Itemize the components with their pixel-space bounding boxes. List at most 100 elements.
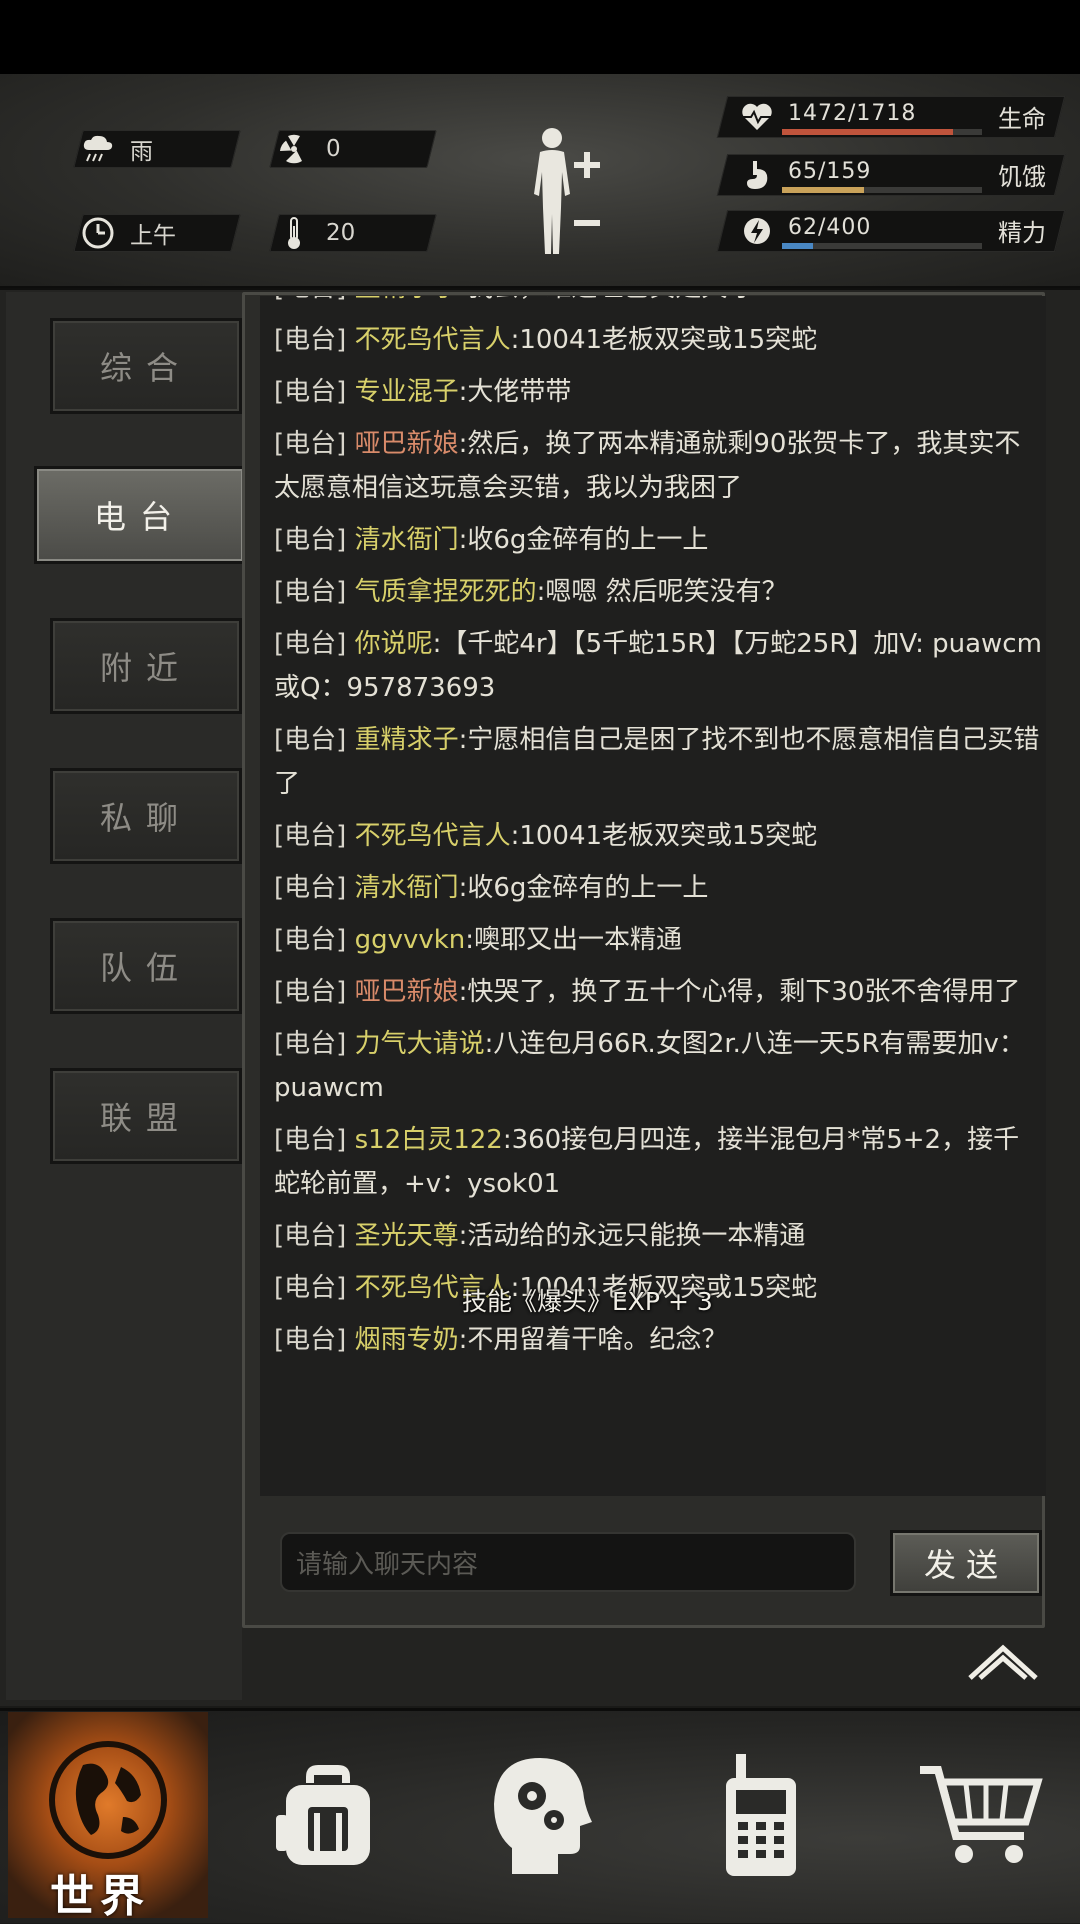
rain-cloud-icon xyxy=(78,134,118,164)
nav-skills[interactable] xyxy=(470,1712,610,1918)
chat-message: [电台] 重精求子:我去，难道哑巴真是天才？ xyxy=(274,296,1044,310)
energy-bar xyxy=(782,243,813,249)
clock-icon xyxy=(78,216,118,250)
temperature-value: 20 xyxy=(326,220,356,246)
message-text: :我去，难道哑巴真是天才？ xyxy=(459,296,780,303)
message-sender[interactable]: 重精求子 xyxy=(355,296,459,303)
chat-message: [电台] 哑巴新娘:快哭了，换了五十个心得，剩下30张不舍得用了 xyxy=(274,970,1044,1014)
chat-message: [电台] 力气大请说:八连包月66R.女图2r.八连一天5R有需要加v：puaw… xyxy=(274,1022,1044,1110)
thermometer-icon xyxy=(274,216,314,250)
skills-head-icon xyxy=(494,1758,592,1874)
nav-radio[interactable] xyxy=(700,1712,820,1918)
nav-world-label: 世界 xyxy=(50,1871,150,1922)
chat-message: [电台] 你说呢:【千蛇4r】【5千蛇15R】【万蛇25R】加V: puawcm… xyxy=(274,622,1044,710)
chat-message: [电台] 清水衙门:收6g金碎有的上一上 xyxy=(274,866,1044,910)
health-bar xyxy=(782,129,954,135)
message-text: :收6g金碎有的上一上 xyxy=(458,873,709,903)
message-channel: [电台] xyxy=(274,1029,347,1059)
energy-value: 62/400 xyxy=(788,215,872,240)
tab-radio[interactable]: 电台 xyxy=(34,466,246,564)
hunger-label: 饥饿 xyxy=(998,163,1046,191)
message-sender[interactable]: 气质拿捏死死的 xyxy=(355,577,537,607)
send-button[interactable]: 发送 xyxy=(890,1530,1042,1596)
human-body-icon xyxy=(534,128,600,254)
message-sender[interactable]: 哑巴新娘 xyxy=(355,977,459,1007)
chat-message: [电台] 圣光天尊:活动给的永远只能换一本精通 xyxy=(274,1214,1044,1258)
message-channel: [电台] xyxy=(274,325,347,355)
hunger-value: 65/159 xyxy=(788,159,872,184)
chat-input-placeholder: 请输入聊天内容 xyxy=(296,1549,479,1580)
message-channel: [电台] xyxy=(274,1221,347,1251)
chat-message: [电台] 气质拿捏死死的:嗯嗯 然后呢笑没有？ xyxy=(274,570,1044,614)
message-channel: [电台] xyxy=(274,725,347,755)
message-channel: [电台] xyxy=(274,577,347,607)
chat-message: [电台] ggvvvkn:噢耶又出一本精通 xyxy=(274,918,1044,962)
energy-stat: 62/400 精力 xyxy=(716,210,1066,252)
message-sender[interactable]: 专业混子 xyxy=(355,377,459,407)
message-sender[interactable]: 你说呢 xyxy=(355,629,433,659)
tab-alliance[interactable]: 联盟 xyxy=(50,1068,242,1164)
tab-nearby[interactable]: 附近 xyxy=(50,618,242,714)
hunger-bar xyxy=(782,187,864,193)
tab-private[interactable]: 私聊 xyxy=(50,768,242,864)
radio-phone-icon xyxy=(726,1754,796,1876)
message-sender[interactable]: 圣光天尊 xyxy=(355,1221,459,1251)
nav-backpack[interactable] xyxy=(258,1712,398,1918)
message-sender[interactable]: 重精求子 xyxy=(355,725,459,755)
weather-value: 雨 xyxy=(130,139,153,165)
message-sender[interactable]: s12白灵122 xyxy=(355,1125,503,1155)
message-text: :活动给的永远只能换一本精通 xyxy=(458,1221,806,1251)
cart-icon xyxy=(920,1766,1043,1863)
radiation-icon xyxy=(274,133,314,165)
message-sender[interactable]: 清水衙门 xyxy=(355,873,459,903)
radiation-value: 0 xyxy=(326,136,341,162)
tab-team[interactable]: 队伍 xyxy=(50,918,242,1014)
hunger-stat: 65/159 饥饿 xyxy=(716,154,1066,196)
collapse-chevron-icon[interactable] xyxy=(966,1638,1040,1682)
message-channel: [电台] xyxy=(274,821,347,851)
body-status-button[interactable] xyxy=(522,124,622,260)
health-value: 1472/1718 xyxy=(788,101,917,126)
message-sender[interactable]: 不死鸟代言人 xyxy=(355,821,511,851)
message-channel: [电台] xyxy=(274,377,347,407)
message-channel: [电台] xyxy=(274,1125,347,1155)
message-sender[interactable]: 烟雨专奶 xyxy=(355,1325,459,1355)
message-channel: [电台] xyxy=(274,296,346,303)
time-chip: 上午 xyxy=(73,214,241,252)
chat-message: [电台] 清水衙门:收6g金碎有的上一上 xyxy=(274,518,1044,562)
message-text: :大佬带带 xyxy=(458,377,572,407)
energy-label: 精力 xyxy=(998,219,1046,247)
health-label: 生命 xyxy=(998,105,1046,133)
chat-message: [电台] 哑巴新娘:然后，换了两本精通就剩90张贺卡了，我其实不太愿意相信这玩意… xyxy=(274,422,1044,510)
chat-input[interactable]: 请输入聊天内容 xyxy=(280,1532,856,1592)
message-text: :嗯嗯 然后呢笑没有？ xyxy=(536,577,788,607)
message-list: [电台] 重精求子:我去，难道哑巴真是天才？[电台] 不死鸟代言人:10041老… xyxy=(274,296,1044,1370)
message-text: :快哭了，换了五十个心得，剩下30张不舍得用了 xyxy=(458,977,1021,1007)
chat-message: [电台] 专业混子:大佬带带 xyxy=(274,370,1044,414)
message-sender[interactable]: 哑巴新娘 xyxy=(355,429,459,459)
message-sender[interactable]: 力气大请说 xyxy=(355,1029,485,1059)
message-sender[interactable]: ggvvvkn xyxy=(355,925,466,955)
message-channel: [电台] xyxy=(274,629,347,659)
message-sender[interactable]: 不死鸟代言人 xyxy=(355,325,511,355)
chat-message: [电台] 不死鸟代言人:10041老板双突或15突蛇 xyxy=(274,814,1044,858)
message-channel: [电台] xyxy=(274,1325,347,1355)
time-value: 上午 xyxy=(130,223,176,249)
message-sender[interactable]: 清水衙门 xyxy=(355,525,459,555)
message-channel: [电台] xyxy=(274,873,347,903)
stomach-icon xyxy=(740,158,774,192)
tab-general[interactable]: 综合 xyxy=(50,318,242,414)
message-text: :收6g金碎有的上一上 xyxy=(458,525,709,555)
chat-message: [电台] 不死鸟代言人:10041老板双突或15突蛇 xyxy=(274,318,1044,362)
heart-pulse-icon xyxy=(740,100,774,134)
backpack-icon xyxy=(276,1765,370,1865)
message-channel: [电台] xyxy=(274,1273,347,1303)
exp-notice: 技能《爆头》EXP + 3 xyxy=(462,1287,713,1316)
chat-message: [电台] s12白灵122:360接包月四连，接半混包月*常5+2，接千蛇轮前置… xyxy=(274,1118,1044,1206)
chat-message: [电台] 烟雨专奶:不用留着干啥。纪念？ xyxy=(274,1318,1044,1362)
message-text: :10041老板双突或15突蛇 xyxy=(510,821,818,851)
message-channel: [电台] xyxy=(274,525,347,555)
nav-shop[interactable] xyxy=(906,1712,1056,1918)
health-stat: 1472/1718 生命 xyxy=(716,96,1066,138)
message-channel: [电台] xyxy=(274,429,347,459)
